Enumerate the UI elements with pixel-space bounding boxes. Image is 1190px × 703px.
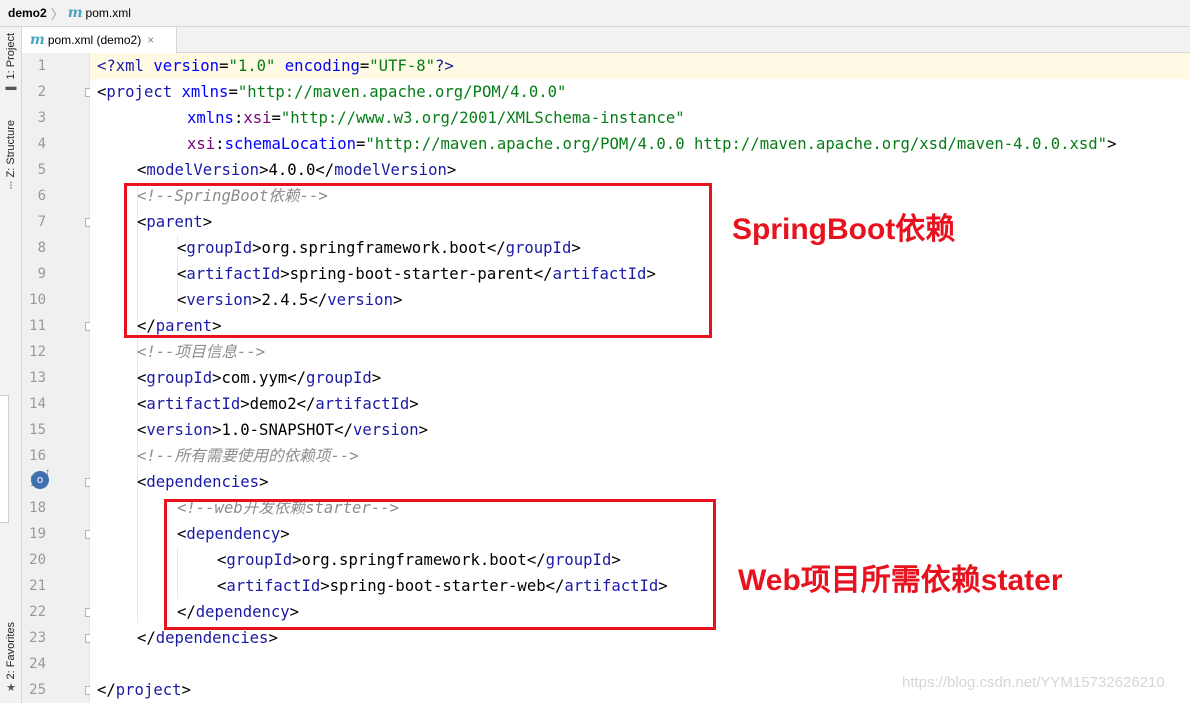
folder-icon: ▬	[5, 81, 17, 94]
structure-tool-tab[interactable]: Z: Structure ⁝	[0, 120, 22, 192]
line-number: 14	[29, 396, 46, 412]
web-annotation: Web项目所需依赖stater	[738, 564, 1063, 597]
line-number: 13	[29, 370, 46, 386]
line-number: 24	[29, 656, 46, 672]
line-number: 22	[29, 604, 46, 620]
favorites-tool-tab[interactable]: 2: Favorites ★	[0, 622, 22, 694]
line-number: 3	[37, 110, 46, 126]
code-line-12-comment: <!--项目信息-->	[137, 343, 266, 361]
maven-file-icon: m	[30, 32, 45, 48]
code-line-4: xsi:schemaLocation="http://maven.apache.…	[187, 135, 1117, 153]
structure-icon: ⁝	[9, 180, 13, 193]
code-line-13: <groupId>com.yym</groupId>	[137, 369, 382, 387]
code-line-25: </project>	[97, 681, 191, 699]
line-number: 19	[29, 526, 46, 542]
tab-pom-xml[interactable]: m pom.xml (demo2) ×	[22, 27, 177, 53]
editor-tab-bar: m pom.xml (demo2) ×	[22, 27, 1190, 53]
structure-tab-label: Z: Structure	[5, 120, 17, 178]
code-line-5: <modelVersion>4.0.0</modelVersion>	[137, 161, 457, 179]
line-number: 2	[37, 84, 46, 100]
line-number: 9	[37, 266, 46, 282]
close-icon[interactable]: ×	[147, 33, 154, 47]
code-line-15: <version>1.0-SNAPSHOT</version>	[137, 421, 429, 439]
line-number: 18	[29, 500, 46, 516]
line-number: 6	[37, 188, 46, 204]
line-number: 15	[29, 422, 46, 438]
breadcrumb-separator-icon: 〉	[50, 6, 64, 22]
line-number: 4	[37, 136, 46, 152]
tab-label: pom.xml (demo2)	[47, 33, 142, 47]
watermark: https://blog.csdn.net/YYM15732626210	[902, 674, 1165, 691]
line-number: 5	[37, 162, 46, 178]
code-line-17: <dependencies>	[137, 473, 269, 491]
line-number: 21	[29, 578, 46, 594]
code-line-2: <project xmlns="http://maven.apache.org/…	[97, 83, 567, 101]
breadcrumb-file[interactable]: pom.xml	[86, 6, 131, 20]
project-tab-label: 1: Project	[5, 33, 17, 80]
maven-file-icon: m	[67, 5, 83, 21]
line-number: 12	[29, 344, 46, 360]
line-number: 16	[29, 448, 46, 464]
code-line-14: <artifactId>demo2</artifactId>	[137, 395, 419, 413]
breadcrumb: demo2 〉 m pom.xml	[0, 0, 1190, 27]
line-number: 25	[29, 682, 46, 698]
code-line-1: <?xml version="1.0" encoding="UTF-8"?>	[97, 57, 454, 75]
code-line-16-comment: <!--所有需要使用的依赖项-->	[137, 447, 359, 465]
line-number-gutter: 1234567891011121314151617181920212223242…	[22, 53, 94, 703]
arrow-up-icon: ↑	[45, 467, 50, 478]
star-icon: ★	[6, 682, 16, 695]
line-number: 11	[29, 318, 46, 334]
web-starter-highlight-box	[164, 499, 716, 630]
code-line-3: xmlns:xsi="http://www.w3.org/2001/XMLSch…	[187, 109, 685, 127]
breadcrumb-project[interactable]: demo2	[8, 6, 47, 20]
line-number: 10	[29, 292, 46, 308]
line-number: 1	[37, 58, 46, 74]
line-number: 23	[29, 630, 46, 646]
line-number: 7	[37, 214, 46, 230]
line-number: 20	[29, 552, 46, 568]
favorites-tab-label: 2: Favorites	[5, 622, 17, 680]
collapsed-panel-edge	[0, 395, 9, 523]
springboot-highlight-box	[124, 183, 712, 338]
line-number: 8	[37, 240, 46, 256]
springboot-annotation: SpringBoot依赖	[732, 213, 956, 246]
project-tool-tab[interactable]: 1: Project ▬	[0, 33, 22, 93]
